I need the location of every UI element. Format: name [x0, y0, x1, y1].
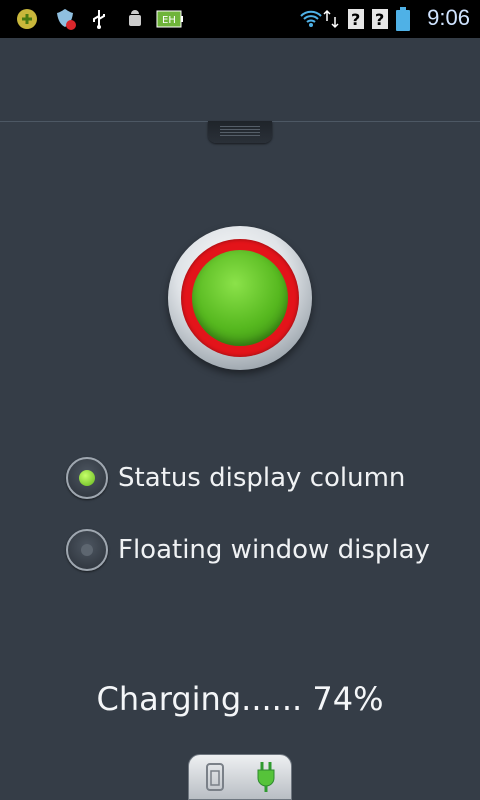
option-label: Status display column	[118, 463, 406, 493]
no-sim-icon: ?	[370, 6, 390, 32]
option-floating-window-display[interactable]: Floating window display	[66, 527, 430, 573]
plug-icon[interactable]	[251, 759, 281, 795]
drawer-handle[interactable]	[208, 121, 272, 143]
wifi-icon	[298, 6, 324, 32]
mode-toggle[interactable]	[188, 754, 292, 800]
charging-indicator-button[interactable]	[168, 226, 312, 370]
option-status-display-column[interactable]: Status display column	[66, 455, 405, 501]
shield-alert-icon	[52, 6, 78, 32]
option-label: Floating window display	[118, 535, 430, 565]
data-arrows-icon	[322, 6, 340, 32]
game-icon	[14, 6, 40, 32]
status-bar: EH ? ? 9:06	[0, 0, 480, 38]
svg-text:?: ?	[351, 10, 360, 29]
svg-text:EH: EH	[162, 15, 176, 26]
indicator-light	[192, 250, 288, 346]
top-panel	[0, 38, 480, 122]
android-debug-icon	[122, 6, 148, 32]
phone-icon[interactable]	[200, 759, 230, 795]
svg-text:?: ?	[375, 10, 384, 29]
radio-button-checked[interactable]	[66, 457, 108, 499]
usb-icon	[86, 6, 112, 32]
charging-status-text: Charging...... 74%	[96, 680, 384, 718]
status-time: 9:06	[427, 5, 470, 30]
battery-app-icon: EH	[156, 6, 184, 32]
radio-button-unchecked[interactable]	[66, 529, 108, 571]
indicator-ring	[181, 239, 299, 357]
no-sim-icon: ?	[346, 6, 366, 32]
battery-icon	[394, 6, 412, 32]
